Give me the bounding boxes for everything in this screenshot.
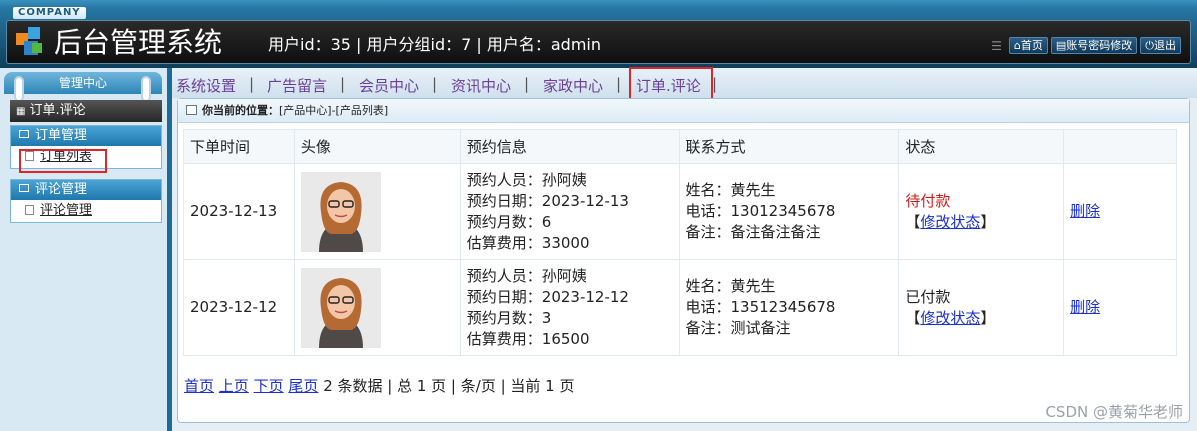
contact-info: 姓名：黄先生 电话：13512345678 备注：测试备注 [678, 259, 900, 356]
sidebar-group-header[interactable]: 订单管理 [11, 126, 161, 146]
table-row: 2023-12-12 预约人员：孙阿姨 预约日期：2023-12-12 预约月数… [183, 259, 1177, 356]
pager-prev-link[interactable]: 上页 [219, 377, 249, 395]
tab-housekeeping-center[interactable]: 家政中心 [543, 75, 603, 96]
panel-icon [19, 130, 29, 138]
booking-info: 预约人员：孙阿姨 预约日期：2023-12-12 预约月数：3 估算费用：165… [459, 259, 680, 356]
avatar [300, 171, 381, 252]
app-header: COMPANY 后台管理系统 用户id：35 | 用户分组id：7 | 用户名：… [0, 0, 1197, 68]
pager-first-link[interactable]: 首页 [184, 377, 214, 395]
column-header: 下单时间 [183, 129, 295, 164]
change-password-button[interactable]: ▤账号密码修改 [1050, 37, 1138, 54]
pager-summary: 2 条数据 | 总 1 页 | 条/页 | 当前 1 页 [323, 377, 575, 395]
column-header: 联系方式 [678, 129, 900, 164]
modify-status-link[interactable]: 修改状态 [920, 213, 980, 231]
column-header [1063, 129, 1177, 164]
contact-info: 姓名：黄先生 电话：13012345678 备注：备注备注备注 [678, 163, 900, 260]
order-date: 2023-12-13 [183, 163, 295, 260]
status-text: 已付款 [905, 287, 951, 306]
action-cell: 删除 [1063, 259, 1177, 356]
delete-link[interactable]: 删除 [1070, 202, 1100, 220]
booking-info: 预约人员：孙阿姨 预约日期：2023-12-13 预约月数：6 估算费用：330… [459, 163, 680, 260]
grid-icon: ▦ [16, 106, 26, 117]
pin-icon [14, 76, 24, 102]
highlight-box [19, 149, 107, 173]
sidebar-item-link[interactable]: 评论管理 [40, 203, 92, 218]
tab-ads-messages[interactable]: 广告留言 [267, 75, 327, 96]
tab-system-settings[interactable]: 系统设置 [176, 75, 236, 96]
table-row: 2023-12-13 预约人员：孙阿姨 预约日期：2023-12-13 预约月数… [183, 163, 1177, 260]
header-buttons: ☰ ⌂首页 ▤账号密码修改 ⏻退出 [991, 37, 1181, 54]
order-date: 2023-12-12 [183, 259, 295, 356]
window-icon [186, 105, 197, 115]
order-table: 下单时间 头像 预约信息 联系方式 状态 2023-12-13 预约人员：孙阿姨… [183, 129, 1177, 356]
home-icon: ⌂ [1013, 39, 1021, 52]
document-icon: ▤ [1055, 39, 1067, 52]
sidebar-group-header[interactable]: 评论管理 [11, 180, 161, 200]
avatar-cell [293, 259, 461, 356]
status-cell: 已付款 【修改状态】 [898, 259, 1065, 356]
delete-link[interactable]: 删除 [1070, 298, 1100, 316]
column-header: 头像 [293, 129, 461, 164]
system-title: 后台管理系统 [54, 26, 223, 59]
sidebar-active-section[interactable]: ▦ 订单.评论 [10, 100, 162, 122]
watermark: CSDN @黄菊华老师 [1045, 403, 1183, 421]
tab-member-center[interactable]: 会员中心 [359, 75, 419, 96]
avatar-cell [293, 163, 461, 260]
avatar [300, 267, 381, 348]
user-info: 用户id：35 | 用户分组id：7 | 用户名：admin [268, 35, 602, 54]
sidebar-group-comments: 评论管理 评论管理 [10, 179, 162, 223]
table-header-row: 下单时间 头像 预约信息 联系方式 状态 [183, 129, 1177, 164]
pager-last-link[interactable]: 尾页 [288, 377, 318, 395]
main-content: 你当前的位置：[产品中心]-[产品列表] 下单时间 头像 预约信息 联系方式 状… [177, 98, 1190, 423]
action-cell: 删除 [1063, 163, 1177, 260]
modify-status-link[interactable]: 修改状态 [920, 309, 980, 327]
sidebar: 管理中心 ▦ 订单.评论 订单管理 订单列表 评论管理 评论管理 [0, 68, 172, 431]
company-logo: COMPANY [13, 7, 86, 19]
column-header: 状态 [898, 129, 1065, 164]
status-text: 待付款 [905, 191, 951, 210]
pager-next-link[interactable]: 下页 [254, 377, 284, 395]
column-header: 预约信息 [459, 129, 680, 164]
sidebar-item-comment-manage[interactable]: 评论管理 [11, 200, 161, 222]
home-button[interactable]: ⌂首页 [1008, 37, 1048, 54]
pagination: 首页 上页 下页 尾页 2 条数据 | 总 1 页 | 条/页 | 当前 1 页 [184, 375, 574, 396]
tab-news-center[interactable]: 资讯中心 [451, 75, 511, 96]
sidebar-title: 管理中心 [4, 72, 162, 94]
document-icon [25, 205, 34, 215]
pin-icon [141, 76, 151, 102]
status-cell: 待付款 【修改状态】 [898, 163, 1065, 260]
grip-icon: ☰ [991, 38, 1002, 53]
cubes-logo-icon [16, 27, 42, 55]
panel-icon [19, 184, 29, 192]
breadcrumb: 你当前的位置：[产品中心]-[产品列表] [178, 99, 1189, 123]
logout-button[interactable]: ⏻退出 [1140, 37, 1181, 54]
power-icon: ⏻ [1145, 39, 1154, 52]
